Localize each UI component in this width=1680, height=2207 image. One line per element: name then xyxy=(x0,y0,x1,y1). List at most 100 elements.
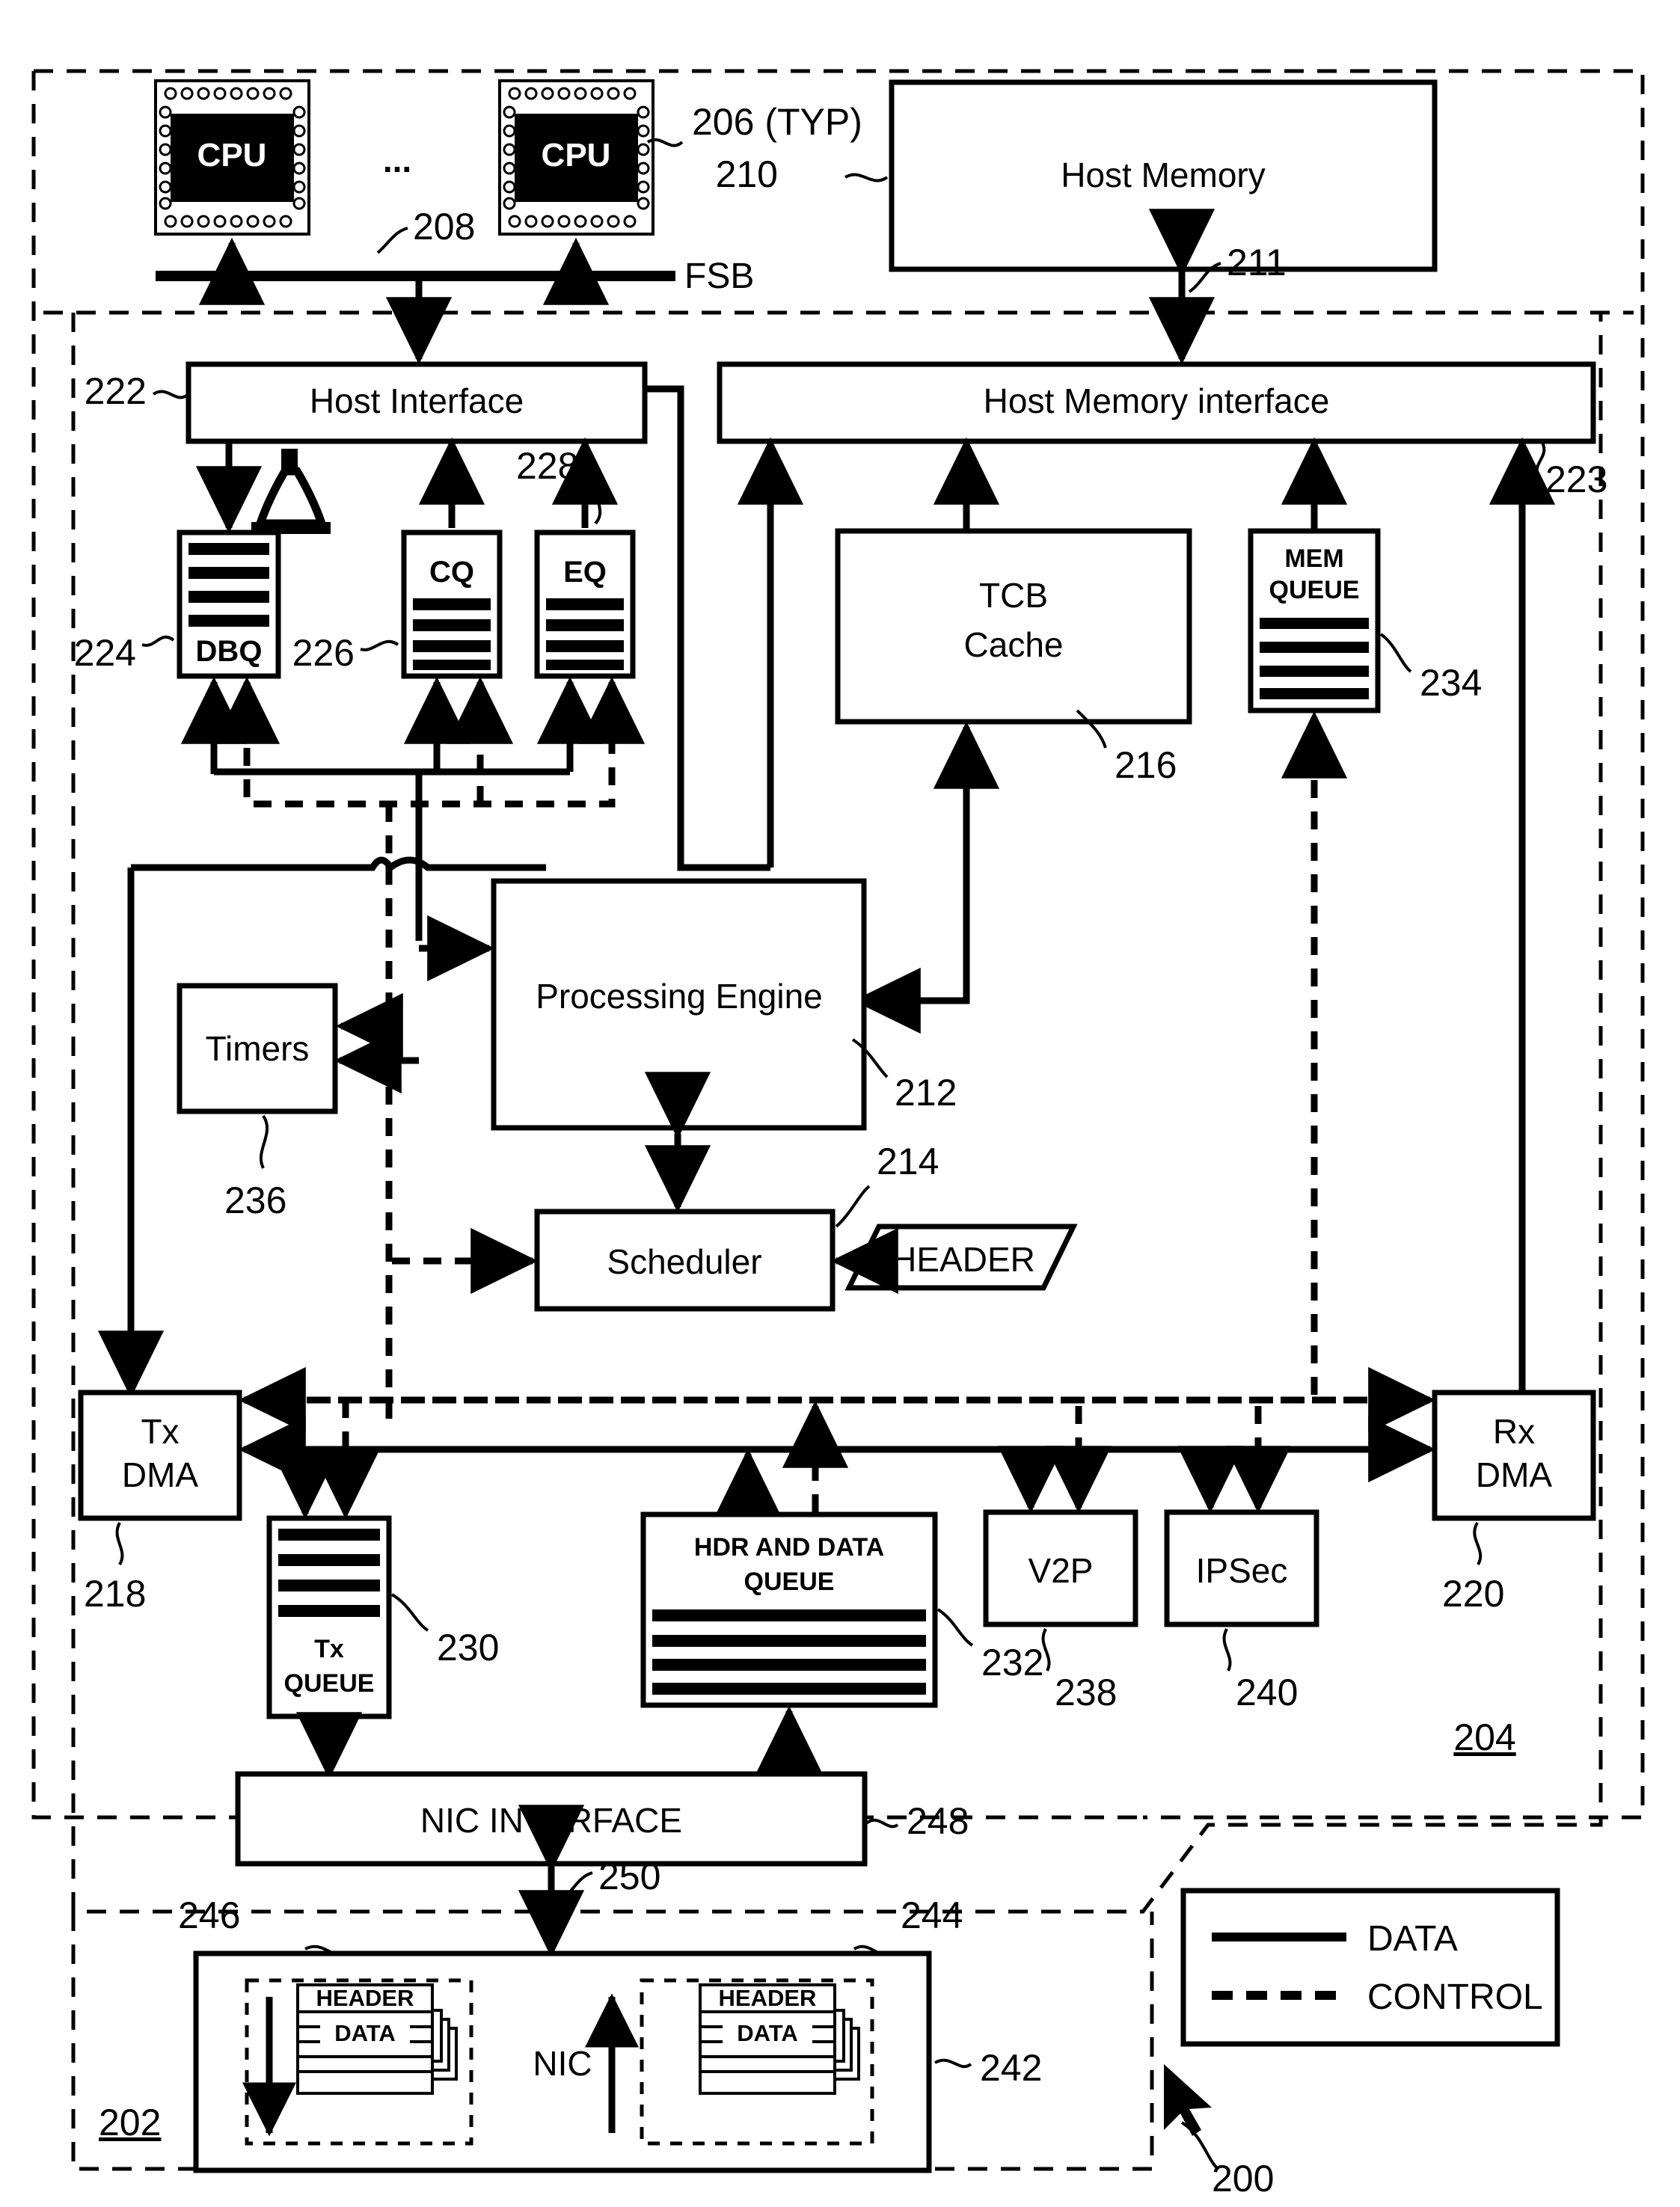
cpu-ref-label: 206 (TYP) xyxy=(692,101,862,143)
hostif-left-bus xyxy=(131,856,546,873)
figure-ref-pointer xyxy=(1164,2064,1219,2170)
nic-tx-ref-label: 246 xyxy=(178,1894,240,1936)
host-memory-label: Host Memory xyxy=(1061,156,1265,194)
tx-queue-label-1: Tx xyxy=(314,1635,344,1663)
tx-packet-data-label: DATA xyxy=(334,2020,396,2046)
tx-dma-label-2: DMA xyxy=(122,1455,199,1494)
figure-ref-label: 200 xyxy=(1212,2158,1274,2200)
scheduler-ref-leader xyxy=(835,1185,871,1228)
mem-queue: MEM QUEUE xyxy=(1248,528,1381,713)
packet-stack-rx: HEADER DATA xyxy=(699,1983,860,2095)
host-memory-interface-label: Host Memory interface xyxy=(984,381,1330,420)
processing-engine-label: Processing Engine xyxy=(536,977,823,1016)
timers-label: Timers xyxy=(206,1029,310,1068)
diagram-svg: CPU ... CPU 206 (TYP) FSB 208 Host Memor… xyxy=(31,69,1645,2200)
tx-queue-label-2: QUEUE xyxy=(284,1669,375,1698)
rx-dma-label-1: Rx xyxy=(1493,1412,1535,1451)
ipsec-label: IPSec xyxy=(1196,1551,1288,1590)
mem-queue-label-1: MEM xyxy=(1284,544,1343,573)
front-side-bus xyxy=(156,271,675,281)
hdrq-label-1: HDR AND DATA xyxy=(694,1533,884,1562)
rx-dma-ref-label: 220 xyxy=(1442,1573,1504,1615)
hdrq-ref-leader xyxy=(936,1608,974,1647)
timers-ref-label: 236 xyxy=(224,1179,286,1221)
legend-control-label: CONTROL xyxy=(1367,1977,1543,2017)
scheduler-ref-label: 214 xyxy=(877,1141,939,1182)
cpu-chip-2: CPU xyxy=(498,79,654,236)
event-queue: EQ xyxy=(534,530,636,679)
txdma-ref-leader xyxy=(115,1522,124,1566)
tx-packet-header-label: HEADER xyxy=(316,1985,414,2011)
eq-ref-leader xyxy=(594,485,604,525)
cq-label: CQ xyxy=(429,556,474,589)
v2p-ref-label: 238 xyxy=(1055,1672,1117,1713)
dbq-label: DBQ xyxy=(196,635,263,668)
cpu-ellipsis: ... xyxy=(383,141,411,179)
bus-ref-label: 208 xyxy=(413,206,475,248)
nic-interface-label: NIC INTERFACE xyxy=(420,1801,682,1840)
mem-queue-label-2: QUEUE xyxy=(1269,576,1360,604)
host-interface-ref-label: 222 xyxy=(85,370,147,412)
tcb-feedback-to-pe xyxy=(862,868,970,1004)
tx-dma-label-1: Tx xyxy=(141,1412,179,1451)
completion-queue: CQ xyxy=(401,530,503,679)
hdrq-label-2: QUEUE xyxy=(744,1568,835,1596)
nic-rx-stack-ref-label: 242 xyxy=(980,2047,1042,2089)
tcb-cache-ref-label: 216 xyxy=(1115,744,1177,786)
hmi-ref-leader xyxy=(1535,442,1546,479)
dbq-ref-label: 224 xyxy=(74,632,136,674)
tcb-cache-label-1: TCB xyxy=(979,576,1048,615)
legend-data-label: DATA xyxy=(1367,1919,1458,1959)
mem-queue-ref-label: 234 xyxy=(1420,662,1482,704)
dbq-ref-leader xyxy=(141,635,175,647)
header-tag-label: HEADER xyxy=(892,1240,1035,1279)
tcb-cache-label-2: Cache xyxy=(964,625,1064,664)
host-interface-label: Host Interface xyxy=(310,381,524,420)
ipsec-ref-leader xyxy=(1222,1628,1232,1672)
fsb-label: FSB xyxy=(684,257,754,296)
nic-242-leader xyxy=(934,2058,972,2069)
nicif-ref-leader xyxy=(865,1818,899,1829)
nic-link-ref-label: 250 xyxy=(598,1855,660,1897)
packet-stack-tx: HEADER DATA xyxy=(296,1983,458,2095)
host-memory-link-ref: 211 xyxy=(1227,242,1287,283)
txq-ref-leader xyxy=(390,1593,429,1632)
tx-dma-ref-label: 218 xyxy=(84,1573,146,1615)
tx-queue: Tx QUEUE xyxy=(266,1515,392,1719)
cpu-2-label: CPU xyxy=(542,137,611,174)
doorbell-queue: DBQ xyxy=(177,530,281,679)
processing-engine-ref-label: 212 xyxy=(895,1072,957,1114)
queue-ctrl-bus xyxy=(243,716,616,808)
v2p-label: V2P xyxy=(1028,1551,1094,1590)
rxdma-ref-leader xyxy=(1473,1521,1483,1566)
rx-dma-label-2: DMA xyxy=(1476,1455,1553,1494)
nic-rx-ref-label: 244 xyxy=(901,1894,963,1936)
legend-box xyxy=(1180,1888,1560,2047)
rx-packet-data-label: DATA xyxy=(737,2020,798,2046)
cq-ref-leader xyxy=(360,639,399,651)
offload-region-ref-label: 204 xyxy=(1453,1716,1515,1758)
header-tag: HEADER xyxy=(844,1224,1078,1291)
cpu-chip-1: CPU xyxy=(154,79,310,236)
rx-packet-header-label: HEADER xyxy=(719,1985,817,2011)
eq-label: EQ xyxy=(563,556,607,589)
host-memory-ref-label: 210 xyxy=(716,153,778,195)
scheduler-label: Scheduler xyxy=(607,1242,761,1281)
tx-queue-ref-label: 230 xyxy=(437,1627,499,1669)
ipsec-ref-label: 240 xyxy=(1236,1672,1298,1713)
memq-ref-leader xyxy=(1379,633,1412,673)
hdr-data-queue-ref-label: 232 xyxy=(981,1642,1043,1683)
nic-label: NIC xyxy=(533,2044,592,2083)
cpu-1-label: CPU xyxy=(197,137,267,174)
hostif-to-pe-bus xyxy=(645,385,770,871)
eq-ref-label: 228 xyxy=(516,445,578,487)
host-interface-ref-leader xyxy=(152,390,190,399)
hmi-ref-label: 223 xyxy=(1545,458,1607,500)
nic-region-ref-label: 202 xyxy=(99,2102,161,2143)
figure-canvas: CPU ... CPU 206 (TYP) FSB 208 Host Memor… xyxy=(0,0,1680,2207)
doorbell-icon xyxy=(251,449,331,534)
nic-link-leader xyxy=(560,1871,593,1901)
nic-interface-ref-label: 248 xyxy=(907,1800,969,1842)
cq-ref-label: 226 xyxy=(292,632,355,674)
bus-ref-leader xyxy=(376,227,408,254)
